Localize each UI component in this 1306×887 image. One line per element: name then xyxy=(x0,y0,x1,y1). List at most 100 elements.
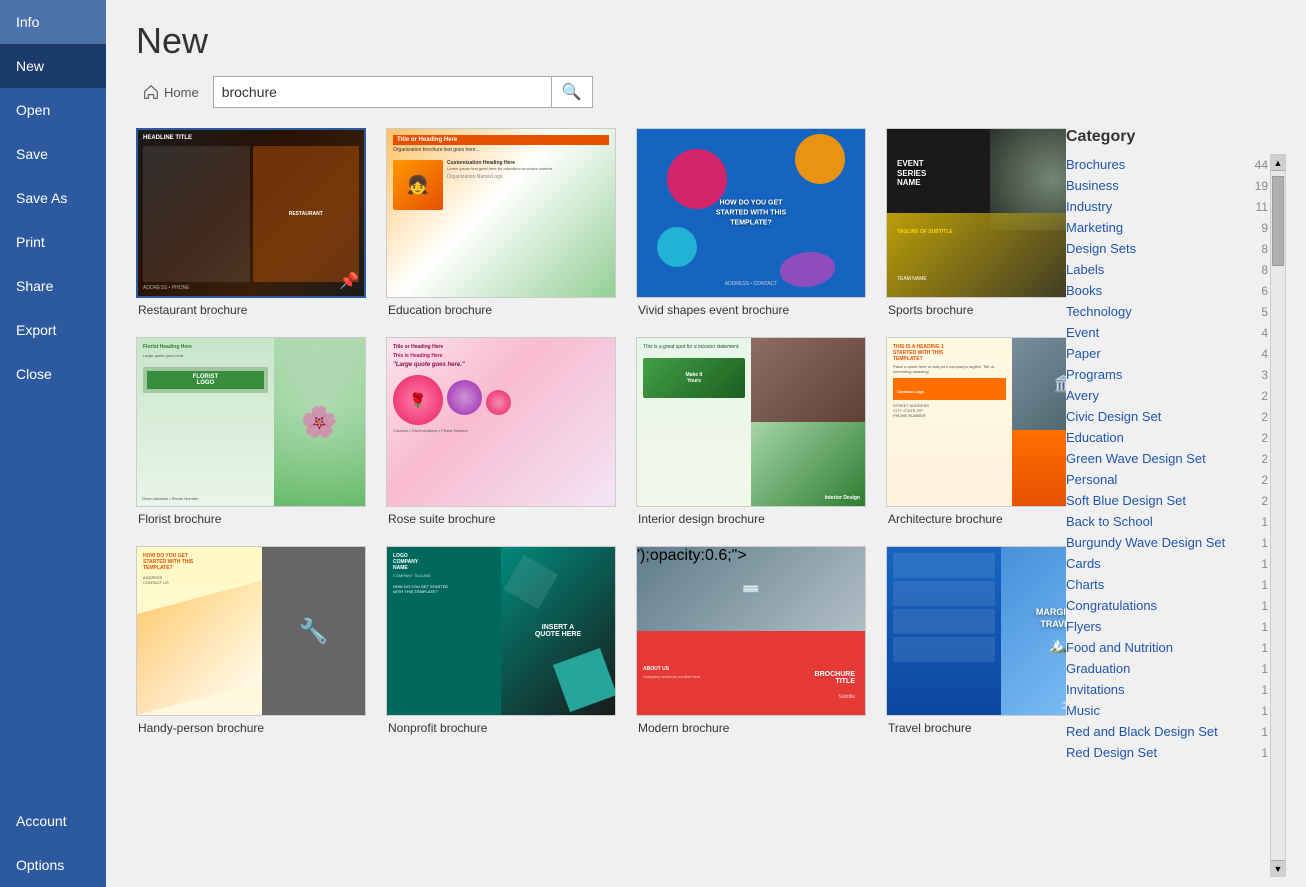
sidebar-item-options[interactable]: Options xyxy=(0,843,106,887)
category-item-count: 1 xyxy=(1261,704,1268,718)
category-item-count: 1 xyxy=(1261,536,1268,550)
sidebar-item-account[interactable]: Account xyxy=(0,799,106,843)
template-thumb-rose: Title or Heading Here This is Heading He… xyxy=(386,337,616,507)
category-item-3[interactable]: Marketing9 xyxy=(1066,217,1268,238)
template-item-education[interactable]: Title or Heading Here Organization broch… xyxy=(386,128,616,317)
category-item-count: 4 xyxy=(1261,326,1268,340)
template-item-travel[interactable]: MARGIE'STRAVEL 🏔️ LET MARGIE PLAN YOURNE… xyxy=(886,546,1066,735)
category-item-28[interactable]: Red Design Set1 xyxy=(1066,742,1268,763)
category-item-18[interactable]: Burgundy Wave Design Set1 xyxy=(1066,532,1268,553)
category-item-label: Technology xyxy=(1066,304,1132,319)
template-thumb-architecture: THIS IS A HEADING 1STARTED WITH THISTEMP… xyxy=(886,337,1066,507)
category-item-23[interactable]: Food and Nutrition1 xyxy=(1066,637,1268,658)
template-label-modern: Modern brochure xyxy=(636,721,866,735)
pin-icon[interactable]: 📌 xyxy=(339,271,359,291)
sidebar-item-save[interactable]: Save xyxy=(0,132,106,176)
category-item-15[interactable]: Personal2 xyxy=(1066,469,1268,490)
template-item-architecture[interactable]: THIS IS A HEADING 1STARTED WITH THISTEMP… xyxy=(886,337,1066,526)
sidebar-item-print[interactable]: Print xyxy=(0,220,106,264)
template-item-sports[interactable]: EVENTSERIESNAME TAGLINE OF SUBTITLE TEAM… xyxy=(886,128,1066,317)
sidebar-item-saveas[interactable]: Save As xyxy=(0,176,106,220)
template-item-rose[interactable]: Title or Heading Here This is Heading He… xyxy=(386,337,616,526)
category-item-count: 1 xyxy=(1261,620,1268,634)
category-item-label: Avery xyxy=(1066,388,1099,403)
category-item-0[interactable]: Brochures44 xyxy=(1066,154,1268,175)
category-item-label: Brochures xyxy=(1066,157,1125,172)
category-item-11[interactable]: Avery2 xyxy=(1066,385,1268,406)
category-item-10[interactable]: Programs3 xyxy=(1066,364,1268,385)
category-item-label: Books xyxy=(1066,283,1102,298)
category-item-16[interactable]: Soft Blue Design Set2 xyxy=(1066,490,1268,511)
template-item-florist[interactable]: Florist Heading Here Large quote goes he… xyxy=(136,337,366,526)
category-item-7[interactable]: Technology5 xyxy=(1066,301,1268,322)
template-item-vivid[interactable]: HOW DO YOU GETSTARTED WITH THISTEMPLATE?… xyxy=(636,128,866,317)
template-label-restaurant: Restaurant brochure xyxy=(136,303,366,317)
category-item-label: Labels xyxy=(1066,262,1104,277)
category-item-21[interactable]: Congratulations1 xyxy=(1066,595,1268,616)
sidebar-item-close[interactable]: Close xyxy=(0,352,106,396)
category-item-count: 1 xyxy=(1261,515,1268,529)
category-item-6[interactable]: Books 6 xyxy=(1066,280,1268,301)
category-item-count: 1 xyxy=(1261,662,1268,676)
category-item-label: Business xyxy=(1066,178,1119,193)
category-item-22[interactable]: Flyers 1 xyxy=(1066,616,1268,637)
category-item-25[interactable]: Invitations1 xyxy=(1066,679,1268,700)
template-label-architecture: Architecture brochure xyxy=(886,512,1066,526)
category-item-count: 1 xyxy=(1261,599,1268,613)
content-area: HEADLINE TITLE RESTAURANT ADDRESS • PHON… xyxy=(106,118,1306,887)
sidebar-item-new[interactable]: New xyxy=(0,44,106,88)
category-item-26[interactable]: Music1 xyxy=(1066,700,1268,721)
category-item-label: Green Wave Design Set xyxy=(1066,451,1206,466)
category-item-count: 8 xyxy=(1261,242,1268,256)
scrollbar-thumb[interactable] xyxy=(1272,176,1284,266)
category-item-count: 8 xyxy=(1261,263,1268,277)
template-item-handy[interactable]: HOW DO YOU GETSTARTED WITH THISTEMPLATE?… xyxy=(136,546,366,735)
sidebar-item-info[interactable]: Info xyxy=(0,0,106,44)
category-item-13[interactable]: Education2 xyxy=(1066,427,1268,448)
category-item-14[interactable]: Green Wave Design Set2 xyxy=(1066,448,1268,469)
template-item-interior[interactable]: This is a great spot for a mission state… xyxy=(636,337,866,526)
category-item-8[interactable]: Event4 xyxy=(1066,322,1268,343)
category-item-count: 1 xyxy=(1261,557,1268,571)
search-input[interactable] xyxy=(214,79,551,105)
category-item-label: Education xyxy=(1066,430,1124,445)
category-item-12[interactable]: Civic Design Set2 xyxy=(1066,406,1268,427)
scroll-up-button[interactable]: ▲ xyxy=(1271,155,1285,171)
category-item-24[interactable]: Graduation1 xyxy=(1066,658,1268,679)
template-item-nonprofit[interactable]: LOGOCOMPANYNAME COMPANY TAGLINE HOW DO Y… xyxy=(386,546,616,735)
category-item-label: Design Sets xyxy=(1066,241,1136,256)
category-item-2[interactable]: Industry11 xyxy=(1066,196,1268,217)
category-item-count: 6 xyxy=(1261,284,1268,298)
category-item-4[interactable]: Design Sets 8 xyxy=(1066,238,1268,259)
template-thumb-sports: EVENTSERIESNAME TAGLINE OF SUBTITLE TEAM… xyxy=(886,128,1066,298)
search-icon: 🔍 xyxy=(562,84,582,101)
template-item-modern[interactable]: ');opacity:0.6;"> ⌨️ ABOUT US Company br… xyxy=(636,546,866,735)
template-label-rose: Rose suite brochure xyxy=(386,512,616,526)
template-label-education: Education brochure xyxy=(386,303,616,317)
template-label-nonprofit: Nonprofit brochure xyxy=(386,721,616,735)
category-item-count: 1 xyxy=(1261,725,1268,739)
template-item-restaurant[interactable]: HEADLINE TITLE RESTAURANT ADDRESS • PHON… xyxy=(136,128,366,317)
search-button[interactable]: 🔍 xyxy=(551,77,592,107)
category-item-9[interactable]: Paper4 xyxy=(1066,343,1268,364)
category-item-label: Flyers xyxy=(1066,619,1101,634)
sidebar-item-export[interactable]: Export xyxy=(0,308,106,352)
template-thumb-interior: This is a great spot for a mission state… xyxy=(636,337,866,507)
category-item-count: 1 xyxy=(1261,578,1268,592)
sidebar-item-share[interactable]: Share xyxy=(0,264,106,308)
category-item-1[interactable]: Business19 xyxy=(1066,175,1268,196)
category-item-label: Charts xyxy=(1066,577,1104,592)
category-item-20[interactable]: Charts 1 xyxy=(1066,574,1268,595)
template-label-vivid: Vivid shapes event brochure xyxy=(636,303,866,317)
category-item-5[interactable]: Labels 8 xyxy=(1066,259,1268,280)
search-bar: Home 🔍 xyxy=(136,76,1276,108)
category-item-19[interactable]: Cards1 xyxy=(1066,553,1268,574)
scroll-down-button[interactable]: ▼ xyxy=(1271,860,1285,876)
category-item-27[interactable]: Red and Black Design Set1 xyxy=(1066,721,1268,742)
category-item-label: Industry xyxy=(1066,199,1112,214)
home-button[interactable]: Home xyxy=(136,79,205,105)
sidebar-item-open[interactable]: Open xyxy=(0,88,106,132)
category-item-count: 3 xyxy=(1261,368,1268,382)
template-thumb-nonprofit: LOGOCOMPANYNAME COMPANY TAGLINE HOW DO Y… xyxy=(386,546,616,716)
category-item-17[interactable]: Back to School1 xyxy=(1066,511,1268,532)
